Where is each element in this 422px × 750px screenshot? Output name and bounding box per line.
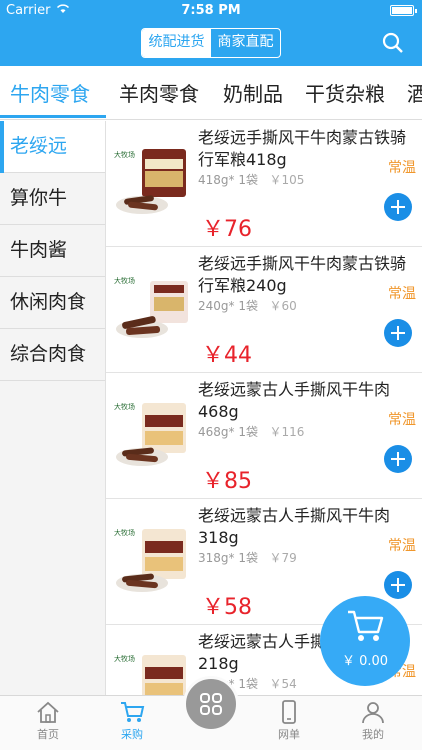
tab-me-label: 我的 bbox=[362, 728, 384, 741]
tab-orders-label: 网单 bbox=[278, 728, 300, 741]
tab-purchase-label: 采购 bbox=[121, 728, 143, 741]
product-image: 大牧场 bbox=[114, 654, 186, 695]
storage-temp: 常温 bbox=[388, 538, 416, 554]
storage-temp: 常温 bbox=[388, 160, 416, 176]
product-image: 大牧场 bbox=[114, 528, 186, 592]
add-to-cart-button[interactable] bbox=[384, 445, 412, 473]
product-name: 老绥远手撕风干牛肉蒙古铁骑行军粮418g bbox=[198, 128, 407, 169]
product-spec-text: 418g* 1袋 bbox=[198, 173, 258, 187]
product-original-price: ￥105 bbox=[269, 173, 305, 187]
category-tab-mutton[interactable]: 羊肉零食 bbox=[119, 78, 199, 107]
product-name: 老绥远蒙古人手撕风干牛肉318g bbox=[198, 506, 391, 547]
svg-text:大牧场: 大牧场 bbox=[114, 528, 135, 537]
sidebar-item-suannini[interactable]: 算你牛 bbox=[0, 173, 105, 225]
product-price: ￥44 bbox=[202, 343, 252, 368]
search-icon[interactable] bbox=[382, 32, 404, 54]
category-tab-beef[interactable]: 牛肉零食 bbox=[10, 78, 90, 107]
top-bar: Carrier 7:58 PM 统配进货 商家直配 bbox=[0, 0, 422, 66]
home-icon bbox=[37, 701, 59, 723]
product-name: 老绥远手撕风干牛肉蒙古铁骑行军粮240g bbox=[198, 254, 407, 295]
svg-text:大牧场: 大牧场 bbox=[114, 654, 135, 663]
product-image: 大牧场 bbox=[114, 276, 188, 338]
tab-orders[interactable]: 网单 bbox=[254, 700, 324, 742]
tab-home[interactable]: 首页 bbox=[13, 700, 83, 742]
phone-icon bbox=[282, 700, 296, 724]
tab-me[interactable]: 我的 bbox=[338, 700, 408, 742]
product-spec: 318g* 1袋 ￥79 bbox=[198, 549, 297, 566]
cart-icon bbox=[348, 610, 384, 641]
product-original-price: ￥54 bbox=[269, 677, 297, 691]
brand-sidebar: 老绥远 算你牛 牛肉酱 休闲肉食 综合肉食 bbox=[0, 121, 106, 695]
cart-icon bbox=[121, 702, 145, 722]
product-item[interactable]: 大牧场 老绥远蒙古人手撕风干牛肉468g 468g* 1袋 ￥116 常温 ￥8… bbox=[106, 373, 422, 499]
storage-temp: 常温 bbox=[388, 412, 416, 428]
category-tab-dairy[interactable]: 奶制品 bbox=[223, 78, 283, 107]
add-to-cart-button[interactable] bbox=[384, 571, 412, 599]
product-original-price: ￥79 bbox=[269, 551, 297, 565]
grid-icon bbox=[200, 693, 222, 715]
svg-text:大牧场: 大牧场 bbox=[114, 402, 135, 411]
product-item[interactable]: 大牧场 老绥远手撕风干牛肉蒙古铁骑行军粮240g 240g* 1袋 ￥60 常温… bbox=[106, 247, 422, 373]
product-spec-text: 240g* 1袋 bbox=[198, 299, 258, 313]
product-spec-text: 468g* 1袋 bbox=[198, 425, 258, 439]
user-icon bbox=[362, 702, 384, 724]
cart-button[interactable]: ￥ 0.00 bbox=[320, 596, 410, 686]
product-original-price: ￥116 bbox=[269, 425, 305, 439]
sidebar-item-mixed-meat[interactable]: 综合肉食 bbox=[0, 329, 105, 381]
storage-temp: 常温 bbox=[388, 286, 416, 302]
category-active-indicator bbox=[0, 115, 106, 118]
product-original-price: ￥60 bbox=[269, 299, 297, 313]
sidebar-item-leisure-meat[interactable]: 休闲肉食 bbox=[0, 277, 105, 329]
segment-tongpei[interactable]: 统配进货 bbox=[142, 29, 211, 57]
svg-text:大牧场: 大牧场 bbox=[114, 276, 135, 285]
add-to-cart-button[interactable] bbox=[384, 193, 412, 221]
product-spec: 240g* 1袋 ￥60 bbox=[198, 297, 297, 314]
category-tab-liquor[interactable]: 酒 bbox=[407, 78, 422, 107]
sidebar-item-laosuiyuan[interactable]: 老绥远 bbox=[0, 121, 105, 173]
product-spec-text: 318g* 1袋 bbox=[198, 551, 258, 565]
add-to-cart-button[interactable] bbox=[384, 319, 412, 347]
quick-menu-button[interactable] bbox=[183, 676, 239, 732]
product-image: 大牧场 bbox=[114, 149, 186, 214]
product-price: ￥58 bbox=[202, 595, 252, 620]
battery-icon bbox=[390, 5, 417, 16]
sidebar-item-beef-sauce[interactable]: 牛肉酱 bbox=[0, 225, 105, 277]
product-price: ￥85 bbox=[202, 469, 252, 494]
product-spec: 468g* 1袋 ￥116 bbox=[198, 423, 304, 440]
product-item[interactable]: 大牧场 老绥远手撕风干牛肉蒙古铁骑行军粮418g 418g* 1袋 ￥105 常… bbox=[106, 121, 422, 247]
product-name: 老绥远蒙古人手撕风干牛肉468g bbox=[198, 380, 391, 421]
product-price: ￥76 bbox=[202, 217, 252, 242]
tab-home-label: 首页 bbox=[37, 728, 59, 741]
product-image: 大牧场 bbox=[114, 402, 186, 466]
category-tab-dry-goods[interactable]: 干货杂粮 bbox=[305, 78, 385, 107]
tab-purchase[interactable]: 采购 bbox=[97, 700, 167, 742]
segment-shangjia[interactable]: 商家直配 bbox=[211, 29, 280, 57]
status-time: 7:58 PM bbox=[181, 3, 241, 18]
cart-total: ￥ 0.00 bbox=[341, 654, 389, 669]
category-tabs: 牛肉零食 羊肉零食 奶制品 干货杂粮 酒 bbox=[0, 66, 422, 120]
source-segmented-control: 统配进货 商家直配 bbox=[141, 28, 281, 58]
product-spec: 418g* 1袋 ￥105 bbox=[198, 171, 304, 188]
status-bar: Carrier 7:58 PM bbox=[0, 0, 422, 22]
svg-text:大牧场: 大牧场 bbox=[114, 150, 135, 159]
